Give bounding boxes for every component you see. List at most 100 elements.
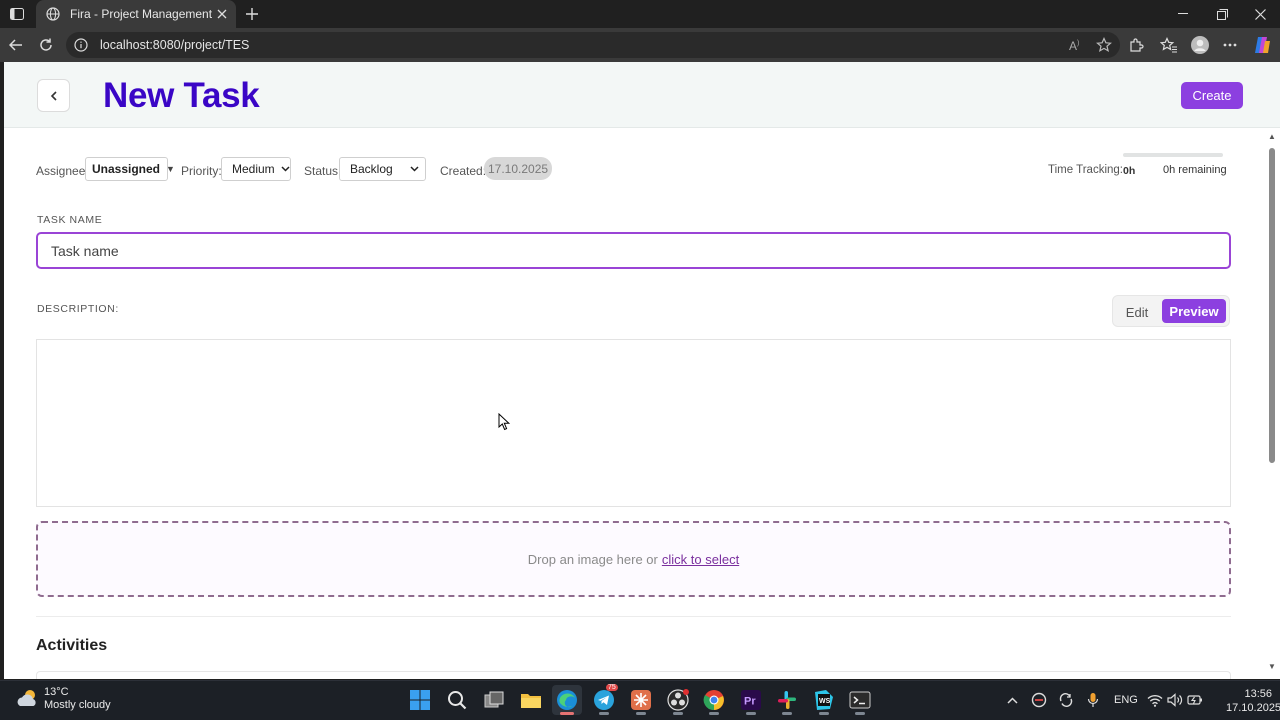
priority-value: Medium [232,162,275,176]
time-tracking-progress [1123,153,1223,157]
maximize-icon[interactable] [1203,0,1241,28]
chrome-icon[interactable] [699,685,729,715]
description-preview-area[interactable] [36,339,1231,507]
assignee-value: Unassigned [92,162,161,176]
microphone-icon[interactable] [1084,691,1102,709]
running-app-indicator [855,712,865,715]
url-text: localhost:8080/project/TES [100,38,250,52]
globe-icon [46,7,60,21]
chevron-up-icon[interactable] [1003,691,1021,709]
sync-icon[interactable] [1057,691,1075,709]
scroll-down-arrow-icon[interactable]: ▼ [1268,662,1276,671]
close-tab-icon[interactable] [212,4,232,24]
clock-date: 17.10.2025 [1226,702,1280,714]
status-label: Status: [304,164,342,178]
wifi-icon[interactable] [1146,691,1164,709]
security-shield-icon[interactable] [1030,691,1048,709]
activities-panel [36,671,1231,679]
tab-title: Fira - Project Management [70,7,212,21]
clock-time: 13:56 [1244,688,1272,700]
more-options-icon[interactable] [1218,33,1242,57]
mouse-cursor-icon [498,413,510,431]
scroll-thumb[interactable] [1269,148,1275,463]
priority-label: Priority: [181,164,222,178]
telegram-icon[interactable]: 75 [589,684,619,715]
address-bar[interactable]: localhost:8080/project/TES A) [66,32,1120,58]
running-app-indicator [673,712,683,715]
system-clock[interactable]: 13:56 17.10.2025 [1226,687,1280,715]
volume-icon[interactable] [1166,691,1184,709]
edit-tab[interactable]: Edit [1117,300,1157,324]
terminal-icon[interactable] [845,685,875,715]
edge-browser-icon[interactable] [552,685,582,715]
favorites-icon[interactable] [1157,33,1181,57]
weather-temperature: 13°C [44,686,69,698]
time-logged: 0h [1123,165,1136,177]
task-meta-row: Assignee: Unassigned ▼ Priority: Medium … [36,153,1236,183]
task-name-input[interactable]: Task name [36,232,1231,269]
create-button[interactable]: Create [1181,82,1243,109]
running-app-indicator [636,712,646,715]
assignee-label: Assignee: [36,164,89,178]
back-button[interactable] [37,79,70,112]
favorite-star-icon[interactable] [1093,34,1115,56]
created-date: 17.10.2025 [484,157,553,180]
battery-icon[interactable] [1186,691,1204,709]
svg-text:WS: WS [819,698,831,705]
browser-tab[interactable]: Fira - Project Management [36,0,236,28]
premiere-pro-icon[interactable]: Pr [736,685,766,715]
weather-widget[interactable]: 13°C Mostly cloudy [14,686,111,712]
task-view-icon[interactable] [479,685,509,715]
obs-studio-icon[interactable] [663,685,693,715]
search-icon[interactable] [442,685,472,715]
running-app-indicator [599,712,609,715]
active-app-indicator [560,712,574,715]
page-header: New Task Create [4,62,1280,128]
close-window-icon[interactable] [1241,0,1279,28]
dropzone-text: Drop an image here or [527,551,658,567]
minimize-icon[interactable] [1164,0,1202,28]
svg-text:A: A [1069,39,1077,52]
svg-text:Pr: Pr [744,696,756,708]
new-tab-icon[interactable] [242,4,262,24]
refresh-icon[interactable] [35,34,57,56]
preview-tab[interactable]: Preview [1162,299,1226,323]
claude-app-icon[interactable] [626,685,656,715]
webstorm-icon[interactable]: WS [809,685,839,715]
status-value: Backlog [350,162,393,176]
browser-toolbar: localhost:8080/project/TES A) [0,28,1280,62]
running-app-indicator [709,712,719,715]
created-label: Created: [440,164,487,178]
weather-description: Mostly cloudy [44,699,111,711]
read-aloud-icon[interactable]: A) [1066,34,1088,56]
scroll-up-arrow-icon[interactable]: ▲ [1268,132,1276,141]
input-language[interactable]: ENG [1114,694,1138,706]
caret-down-icon: ▼ [166,164,175,174]
site-info-icon[interactable] [74,38,88,52]
slack-icon[interactable] [772,685,802,715]
tab-actions-icon[interactable] [6,4,28,24]
windows-taskbar: 13°C Mostly cloudy 75 Pr WS ENG 13:56 17… [0,680,1280,720]
telegram-unread-badge: 75 [606,684,618,691]
assignee-select[interactable]: Unassigned ▼ [85,157,175,181]
status-select[interactable]: Backlog [339,157,426,181]
page-scrollbar[interactable]: ▲ ▼ [1266,132,1278,677]
chevron-left-icon [50,90,57,101]
time-tracking-label: Time Tracking: [1048,164,1123,176]
priority-select[interactable]: Medium [221,157,291,181]
running-app-indicator [819,712,829,715]
chevron-down-icon [410,164,419,174]
task-name-label: TASK NAME [37,214,103,226]
copilot-icon[interactable] [1250,33,1274,57]
edit-preview-toggle: Edit Preview [1112,295,1230,327]
running-app-indicator [782,712,792,715]
extensions-icon[interactable] [1124,33,1148,57]
click-to-select-link[interactable]: click to select [662,552,739,567]
windows-start-icon[interactable] [405,685,435,715]
running-app-indicator [746,712,756,715]
profile-avatar-icon[interactable] [1188,33,1212,57]
back-arrow-icon[interactable] [5,34,27,56]
file-explorer-icon[interactable] [516,685,546,715]
image-dropzone[interactable]: Drop an image here or click to select [36,521,1231,597]
time-remaining: 0h remaining [1163,164,1227,176]
